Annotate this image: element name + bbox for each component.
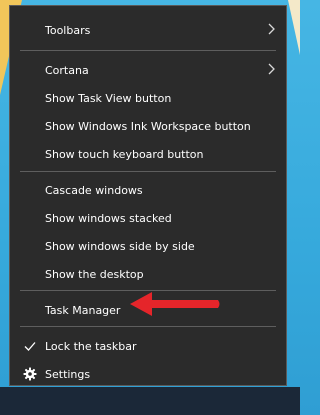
menu-item-settings[interactable]: Settings (10, 360, 286, 388)
taskbar[interactable] (0, 387, 300, 415)
menu-separator (20, 171, 276, 172)
menu-item-label: Show touch keyboard button (45, 147, 204, 161)
menu-item-cascade-windows[interactable]: Cascade windows (10, 176, 286, 204)
menu-item-toolbars[interactable]: Toolbars (10, 16, 286, 44)
menu-item-windows-stacked[interactable]: Show windows stacked (10, 204, 286, 232)
menu-item-label: Toolbars (45, 23, 91, 37)
menu-item-show-task-view[interactable]: Show Task View button (10, 84, 286, 112)
menu-item-label: Cascade windows (45, 183, 143, 197)
menu-item-label: Show Task View button (45, 91, 172, 105)
gear-icon (23, 367, 37, 381)
menu-item-label: Show windows stacked (45, 211, 172, 225)
chevron-right-icon (268, 23, 275, 35)
menu-item-lock-taskbar[interactable]: Lock the taskbar (10, 332, 286, 360)
red-arrow-annotation (130, 292, 220, 316)
menu-item-show-touch-keyboard[interactable]: Show touch keyboard button (10, 140, 286, 168)
wallpaper-cream-shape (288, 0, 300, 55)
menu-item-label: Show Windows Ink Workspace button (45, 119, 251, 133)
menu-item-windows-side-by-side[interactable]: Show windows side by side (10, 232, 286, 260)
menu-item-show-ink-workspace[interactable]: Show Windows Ink Workspace button (10, 112, 286, 140)
menu-separator (20, 326, 276, 327)
menu-item-label: Cortana (45, 63, 89, 77)
menu-item-label: Lock the taskbar (45, 339, 137, 353)
chevron-right-icon (268, 63, 275, 75)
menu-item-label: Settings (45, 367, 91, 381)
menu-item-show-desktop[interactable]: Show the desktop (10, 260, 286, 288)
menu-item-label: Show the desktop (45, 267, 144, 281)
checkmark-icon (24, 342, 36, 351)
menu-item-label: Task Manager (45, 303, 121, 317)
taskbar-context-menu: Toolbars Cortana Show Task View button S… (9, 5, 287, 386)
menu-item-label: Show windows side by side (45, 239, 195, 253)
menu-separator (20, 50, 276, 51)
menu-item-cortana[interactable]: Cortana (10, 56, 286, 84)
